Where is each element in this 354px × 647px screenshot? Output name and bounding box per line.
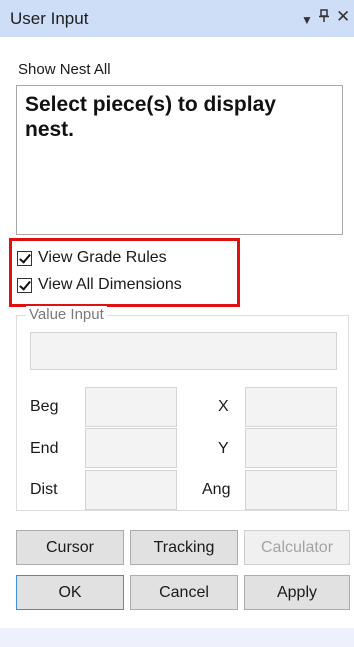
- nest-message: Select piece(s) to display nest.: [25, 93, 276, 141]
- view-grade-rules-checkbox[interactable]: [17, 250, 32, 266]
- view-all-dimensions-option[interactable]: View All Dimensions: [17, 276, 182, 294]
- panel-footer: [0, 628, 354, 647]
- cancel-button[interactable]: Cancel: [130, 575, 238, 610]
- close-icon[interactable]: ✕: [336, 8, 350, 26]
- value-input-field[interactable]: [30, 332, 337, 370]
- y-field[interactable]: [245, 428, 337, 468]
- show-nest-label: Show Nest All: [18, 61, 111, 78]
- view-all-dimensions-checkbox[interactable]: [17, 277, 32, 293]
- end-field[interactable]: [85, 428, 177, 468]
- value-input-title: Value Input: [26, 306, 107, 323]
- ang-label: Ang: [202, 481, 231, 498]
- x-label: X: [218, 398, 229, 415]
- beg-field[interactable]: [85, 387, 177, 427]
- beg-label: Beg: [30, 398, 59, 415]
- cursor-button[interactable]: Cursor: [16, 530, 124, 565]
- dist-label: Dist: [30, 481, 58, 498]
- dropdown-icon[interactable]: ▼: [301, 11, 313, 29]
- calculator-button[interactable]: Calculator: [244, 530, 350, 565]
- view-grade-rules-label: View Grade Rules: [38, 249, 167, 266]
- nest-message-box: Select piece(s) to display nest.: [16, 85, 343, 235]
- y-label: Y: [218, 440, 229, 457]
- ang-field[interactable]: [245, 470, 337, 510]
- pin-icon[interactable]: [318, 9, 330, 28]
- end-label: End: [30, 440, 59, 457]
- view-grade-rules-option[interactable]: View Grade Rules: [17, 249, 167, 267]
- dist-field[interactable]: [85, 470, 177, 510]
- panel-titlebar: User Input ▼ ✕: [0, 0, 354, 37]
- tracking-button[interactable]: Tracking: [130, 530, 238, 565]
- ok-button[interactable]: OK: [16, 575, 124, 610]
- view-all-dimensions-label: View All Dimensions: [38, 276, 182, 293]
- panel-title: User Input: [10, 9, 89, 28]
- apply-button[interactable]: Apply: [244, 575, 350, 610]
- x-field[interactable]: [245, 387, 337, 427]
